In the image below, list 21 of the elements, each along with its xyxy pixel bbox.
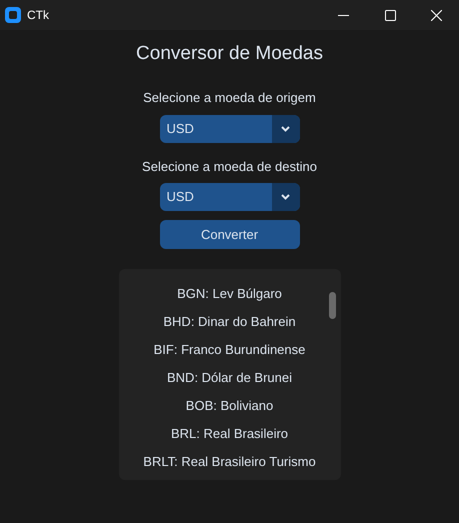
window-title: CTk xyxy=(27,7,49,24)
currency-item: BND: Dólar de Brunei xyxy=(167,370,292,385)
source-dropdown[interactable]: USD xyxy=(160,115,300,143)
maximize-icon xyxy=(384,10,396,20)
close-icon xyxy=(430,10,442,20)
currency-item: BHD: Dinar do Bahrein xyxy=(163,314,296,329)
currency-item: BRL: Real Brasileiro xyxy=(170,426,288,441)
target-dropdown[interactable]: USD xyxy=(160,183,300,211)
target-label: Selecione a moeda de destino xyxy=(142,159,317,175)
chevron-down-icon xyxy=(281,194,290,200)
app-icon xyxy=(5,7,21,23)
convert-button[interactable]: Converter xyxy=(160,220,300,249)
chevron-down-icon xyxy=(281,126,290,132)
app-heading: Conversor de Moedas xyxy=(136,42,323,66)
minimize-icon xyxy=(338,14,348,16)
scrollbar-thumb[interactable] xyxy=(328,292,336,319)
source-label: Selecione a moeda de origem xyxy=(143,90,316,106)
currency-item: BGN: Lev Búlgaro xyxy=(177,286,282,301)
currency-item: BOB: Boliviano xyxy=(186,398,274,413)
currency-item: BRLT: Real Brasileiro Turismo xyxy=(143,454,316,469)
currency-item: BIF: Franco Burundinense xyxy=(154,342,306,357)
